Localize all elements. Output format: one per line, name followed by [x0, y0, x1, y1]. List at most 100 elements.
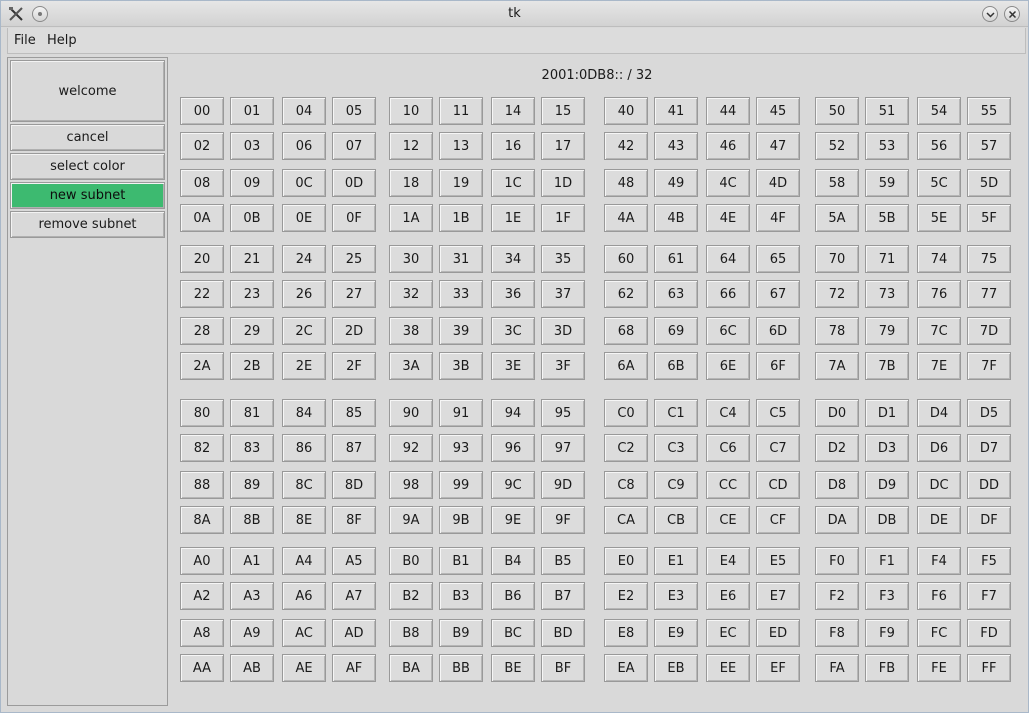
subnet-cell[interactable]: 6D	[756, 317, 800, 345]
subnet-cell[interactable]: 7D	[967, 317, 1011, 345]
subnet-cell[interactable]: 0E	[282, 204, 326, 232]
subnet-cell[interactable]: 5C	[917, 169, 961, 197]
subnet-cell[interactable]: 6E	[706, 352, 750, 380]
subnet-cell[interactable]: 52	[815, 132, 859, 160]
subnet-cell[interactable]: BF	[541, 654, 585, 682]
subnet-cell[interactable]: 90	[389, 399, 433, 427]
subnet-cell[interactable]: 76	[917, 280, 961, 308]
close-button[interactable]	[1004, 6, 1020, 22]
subnet-cell[interactable]: 7A	[815, 352, 859, 380]
subnet-cell[interactable]: EB	[654, 654, 698, 682]
subnet-cell[interactable]: F6	[917, 582, 961, 610]
subnet-cell[interactable]: C4	[706, 399, 750, 427]
subnet-cell[interactable]: 1A	[389, 204, 433, 232]
subnet-cell[interactable]: 28	[180, 317, 224, 345]
subnet-cell[interactable]: AE	[282, 654, 326, 682]
subnet-cell[interactable]: AD	[332, 619, 376, 647]
subnet-cell[interactable]: 21	[230, 245, 274, 273]
subnet-cell[interactable]: 62	[604, 280, 648, 308]
new-subnet-button[interactable]: new subnet	[10, 182, 165, 209]
subnet-cell[interactable]: CB	[654, 506, 698, 534]
select-color-button[interactable]: select color	[10, 153, 165, 180]
subnet-cell[interactable]: 8E	[282, 506, 326, 534]
subnet-cell[interactable]: B1	[439, 547, 483, 575]
subnet-cell[interactable]: D1	[865, 399, 909, 427]
subnet-cell[interactable]: 48	[604, 169, 648, 197]
subnet-cell[interactable]: 0C	[282, 169, 326, 197]
subnet-cell[interactable]: 54	[917, 97, 961, 125]
subnet-cell[interactable]: 11	[439, 97, 483, 125]
subnet-cell[interactable]: 32	[389, 280, 433, 308]
subnet-cell[interactable]: 7E	[917, 352, 961, 380]
subnet-cell[interactable]: 49	[654, 169, 698, 197]
subnet-cell[interactable]: AB	[230, 654, 274, 682]
subnet-cell[interactable]: 64	[706, 245, 750, 273]
subnet-cell[interactable]: C8	[604, 471, 648, 499]
subnet-cell[interactable]: D6	[917, 434, 961, 462]
subnet-cell[interactable]: DB	[865, 506, 909, 534]
subnet-cell[interactable]: 27	[332, 280, 376, 308]
subnet-cell[interactable]: D8	[815, 471, 859, 499]
subnet-cell[interactable]: 26	[282, 280, 326, 308]
subnet-cell[interactable]: BA	[389, 654, 433, 682]
subnet-cell[interactable]: 06	[282, 132, 326, 160]
subnet-cell[interactable]: 59	[865, 169, 909, 197]
subnet-cell[interactable]: F2	[815, 582, 859, 610]
subnet-cell[interactable]: 14	[491, 97, 535, 125]
subnet-cell[interactable]: 0A	[180, 204, 224, 232]
subnet-cell[interactable]: 57	[967, 132, 1011, 160]
subnet-cell[interactable]: B9	[439, 619, 483, 647]
subnet-cell[interactable]: 7F	[967, 352, 1011, 380]
subnet-cell[interactable]: 6C	[706, 317, 750, 345]
subnet-cell[interactable]: 99	[439, 471, 483, 499]
subnet-cell[interactable]: BE	[491, 654, 535, 682]
subnet-cell[interactable]: EC	[706, 619, 750, 647]
subnet-cell[interactable]: 82	[180, 434, 224, 462]
subnet-cell[interactable]: 20	[180, 245, 224, 273]
subnet-cell[interactable]: B2	[389, 582, 433, 610]
subnet-cell[interactable]: 12	[389, 132, 433, 160]
subnet-cell[interactable]: 43	[654, 132, 698, 160]
subnet-cell[interactable]: DF	[967, 506, 1011, 534]
subnet-cell[interactable]: F1	[865, 547, 909, 575]
subnet-cell[interactable]: EA	[604, 654, 648, 682]
subnet-cell[interactable]: 4E	[706, 204, 750, 232]
subnet-cell[interactable]: CF	[756, 506, 800, 534]
subnet-cell[interactable]: 38	[389, 317, 433, 345]
subnet-cell[interactable]: 4C	[706, 169, 750, 197]
subnet-cell[interactable]: 30	[389, 245, 433, 273]
subnet-cell[interactable]: 9A	[389, 506, 433, 534]
subnet-cell[interactable]: E7	[756, 582, 800, 610]
subnet-cell[interactable]: 1B	[439, 204, 483, 232]
subnet-cell[interactable]: 56	[917, 132, 961, 160]
subnet-cell[interactable]: D0	[815, 399, 859, 427]
subnet-cell[interactable]: 9B	[439, 506, 483, 534]
subnet-cell[interactable]: C6	[706, 434, 750, 462]
subnet-cell[interactable]: A6	[282, 582, 326, 610]
subnet-cell[interactable]: 9D	[541, 471, 585, 499]
subnet-cell[interactable]: 2F	[332, 352, 376, 380]
subnet-cell[interactable]: 37	[541, 280, 585, 308]
subnet-cell[interactable]: 03	[230, 132, 274, 160]
subnet-cell[interactable]: FA	[815, 654, 859, 682]
subnet-cell[interactable]: EE	[706, 654, 750, 682]
subnet-cell[interactable]: 60	[604, 245, 648, 273]
subnet-cell[interactable]: 51	[865, 97, 909, 125]
subnet-cell[interactable]: 1C	[491, 169, 535, 197]
subnet-cell[interactable]: 86	[282, 434, 326, 462]
subnet-cell[interactable]: AA	[180, 654, 224, 682]
subnet-cell[interactable]: A9	[230, 619, 274, 647]
subnet-cell[interactable]: 3F	[541, 352, 585, 380]
subnet-cell[interactable]: DA	[815, 506, 859, 534]
subnet-cell[interactable]: 34	[491, 245, 535, 273]
subnet-cell[interactable]: 96	[491, 434, 535, 462]
subnet-cell[interactable]: A0	[180, 547, 224, 575]
subnet-cell[interactable]: 13	[439, 132, 483, 160]
subnet-cell[interactable]: 10	[389, 97, 433, 125]
subnet-cell[interactable]: 22	[180, 280, 224, 308]
subnet-cell[interactable]: 47	[756, 132, 800, 160]
subnet-cell[interactable]: 74	[917, 245, 961, 273]
welcome-button[interactable]: welcome	[10, 60, 165, 122]
subnet-cell[interactable]: 97	[541, 434, 585, 462]
subnet-cell[interactable]: EF	[756, 654, 800, 682]
